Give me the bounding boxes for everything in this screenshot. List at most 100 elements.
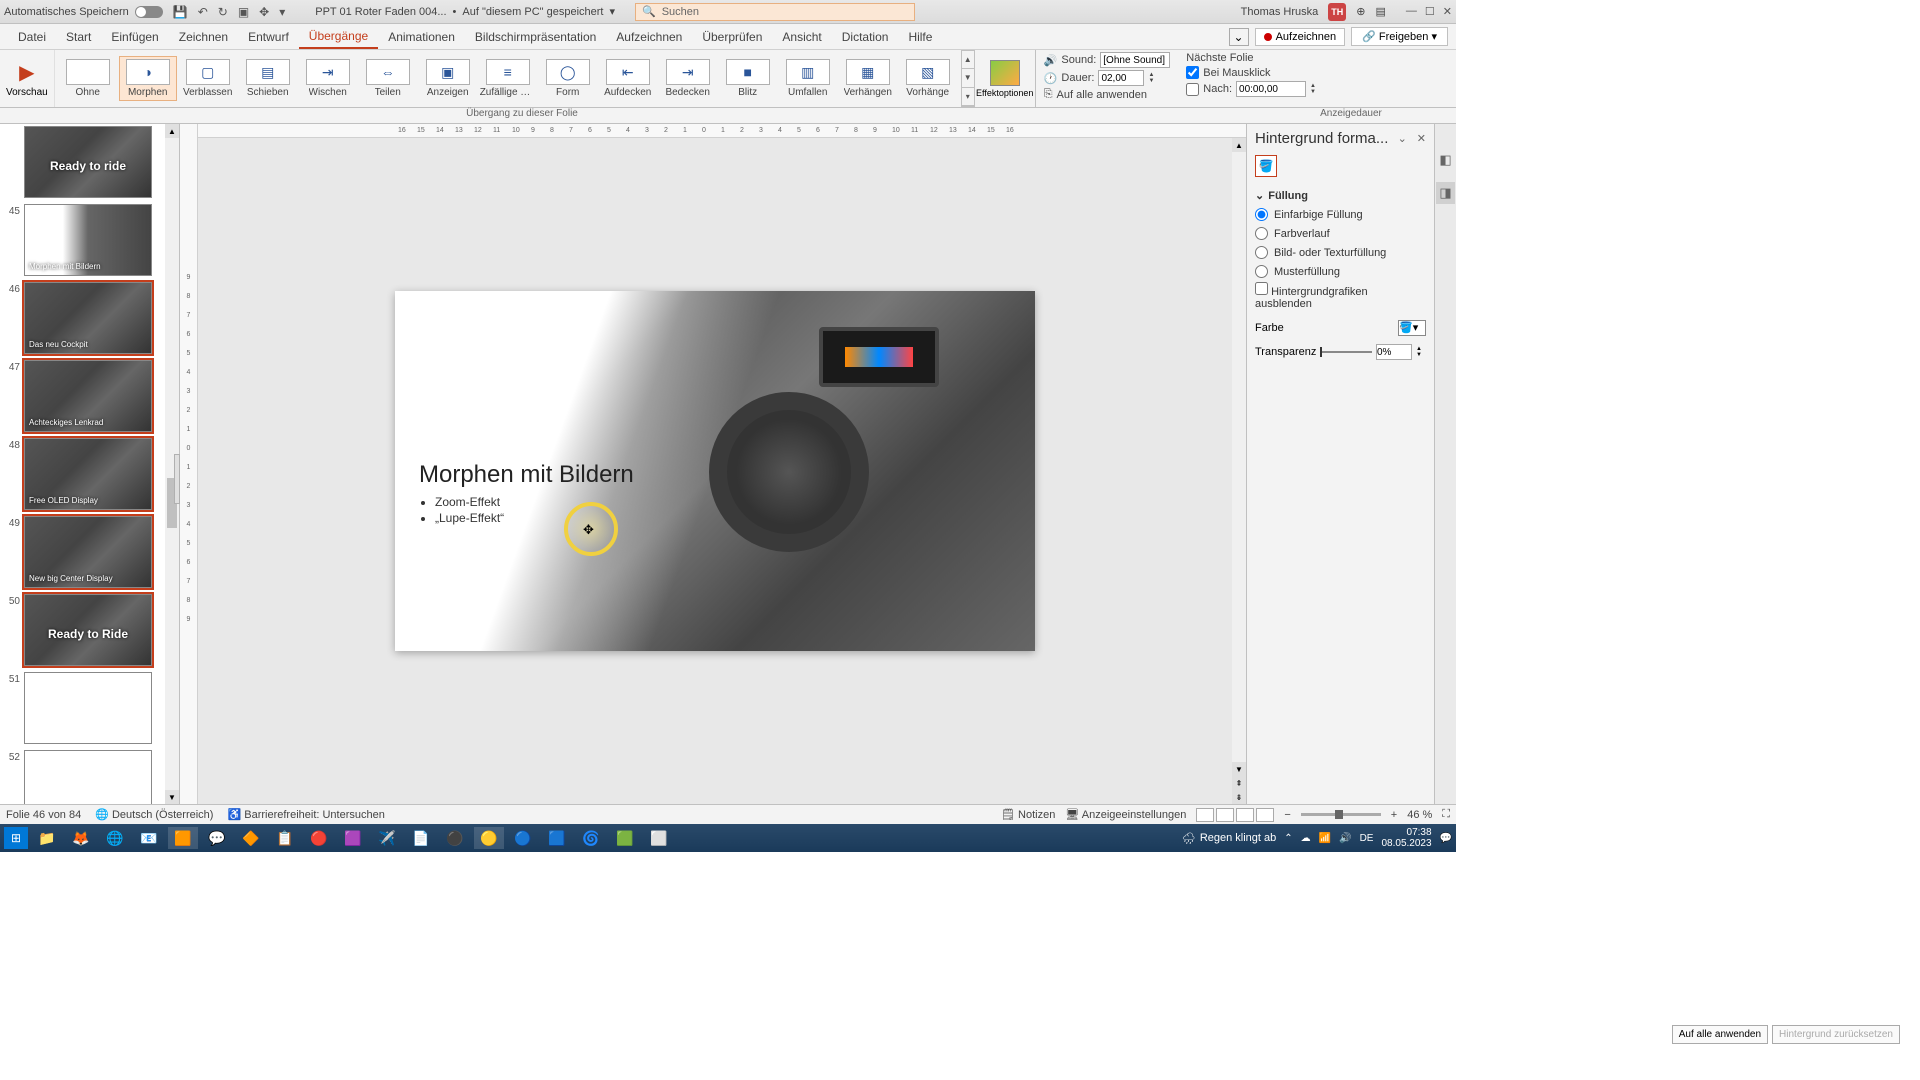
taskbar-edge-icon[interactable]: 🌀: [576, 827, 606, 849]
record-button[interactable]: Aufzeichnen: [1255, 28, 1346, 46]
zoom-in-button[interactable]: +: [1391, 809, 1397, 821]
accessibility-button[interactable]: ♿ Barrierefreiheit: Untersuchen: [227, 808, 384, 821]
ribbon-tab-datei[interactable]: Datei: [8, 26, 56, 48]
autosave-toggle[interactable]: Automatisches Speichern: [4, 6, 163, 18]
transition-blitz[interactable]: ■Blitz: [719, 57, 777, 100]
transition-bedecken[interactable]: ⇥Bedecken: [659, 57, 717, 100]
taskbar-excel-icon[interactable]: 🟩: [610, 827, 640, 849]
transparency-slider[interactable]: [1320, 351, 1372, 353]
slide-counter[interactable]: Folie 46 von 84: [6, 809, 81, 821]
ribbon-tab-bildschirmpräsentation[interactable]: Bildschirmpräsentation: [465, 26, 606, 48]
after-checkbox[interactable]: [1186, 83, 1199, 96]
transition-morphen[interactable]: ◑Morphen: [119, 56, 177, 101]
slideshow-view-icon[interactable]: [1256, 808, 1274, 822]
gallery-down-icon[interactable]: ▼: [962, 69, 974, 87]
taskbar-app3-icon[interactable]: 🔴: [304, 827, 334, 849]
slide-canvas[interactable]: Morphen mit Bildern Zoom-Effekt„Lupe-Eff…: [395, 291, 1035, 651]
taskbar-app6-icon[interactable]: 🔵: [508, 827, 538, 849]
slide-thumbnail[interactable]: 45Morphen mit Bildern: [2, 204, 160, 276]
taskbar-weather[interactable]: 🌧 Regen klingt ab: [1182, 832, 1276, 845]
slide-editor[interactable]: 1615141312111098765432101234567891011121…: [198, 124, 1246, 804]
on-click-checkbox[interactable]: [1186, 66, 1199, 79]
siderail-design-icon[interactable]: ◨: [1436, 182, 1454, 204]
taskbar-app4-icon[interactable]: 📄: [406, 827, 436, 849]
tray-lang-icon[interactable]: DE: [1360, 833, 1374, 844]
transparency-spinner[interactable]: ▲▼: [1416, 346, 1426, 358]
transition-umfallen[interactable]: ▥Umfallen: [779, 57, 837, 100]
display-settings-button[interactable]: 🖥 Anzeigeeinstellungen: [1065, 808, 1186, 821]
after-time-input[interactable]: [1236, 81, 1306, 97]
taskbar-telegram-icon[interactable]: ✈️: [372, 827, 402, 849]
transparency-input[interactable]: [1376, 344, 1412, 360]
transition-verblassen[interactable]: ▢Verblassen: [179, 57, 237, 100]
transition-aufdecken[interactable]: ⇤Aufdecken: [599, 57, 657, 100]
close-button[interactable]: ✕: [1443, 5, 1452, 18]
after-spinner[interactable]: ▲▼: [1310, 83, 1320, 95]
taskbar-onenote-icon[interactable]: 🟪: [338, 827, 368, 849]
pane-apply-all-button[interactable]: Auf alle anwenden: [1672, 1025, 1768, 1044]
fill-option[interactable]: Farbverlauf: [1255, 227, 1426, 240]
transition-anzeigen[interactable]: ▣Anzeigen: [419, 57, 477, 100]
transition-schieben[interactable]: ▤Schieben: [239, 57, 297, 100]
apply-all-button[interactable]: ⎘ Auf alle anwenden: [1044, 88, 1171, 101]
zoom-out-button[interactable]: −: [1284, 809, 1290, 821]
pane-close-icon[interactable]: ✕: [1417, 132, 1426, 145]
taskbar-vlc-icon[interactable]: 🔶: [236, 827, 266, 849]
save-icon[interactable]: 💾: [173, 5, 188, 19]
taskbar-app5-icon[interactable]: 🟡: [474, 827, 504, 849]
tray-chevron-icon[interactable]: ⌃: [1284, 833, 1292, 844]
tray-onedrive-icon[interactable]: ☁: [1301, 833, 1311, 844]
ribbon-tab-einfügen[interactable]: Einfügen: [101, 26, 168, 48]
qat-more-icon[interactable]: ▾: [279, 5, 285, 19]
taskbar-powerpoint-icon[interactable]: 🟧: [168, 827, 198, 849]
coming-soon-icon[interactable]: ⊕: [1356, 5, 1365, 18]
ribbon-tab-zeichnen[interactable]: Zeichnen: [169, 26, 238, 48]
fill-option[interactable]: Einfarbige Füllung: [1255, 208, 1426, 221]
collapse-ribbon-icon[interactable]: ⌄: [1229, 28, 1249, 46]
ribbon-tab-übergänge[interactable]: Übergänge: [299, 25, 378, 49]
view-mode-buttons[interactable]: [1196, 808, 1274, 822]
slide-bullet-list[interactable]: Zoom-Effekt„Lupe-Effekt“: [419, 495, 504, 527]
document-title[interactable]: PPT 01 Roter Faden 004... • Auf "diesem …: [315, 5, 615, 18]
taskbar-outlook-icon[interactable]: 📧: [134, 827, 164, 849]
taskbar-app7-icon[interactable]: ⬜: [644, 827, 674, 849]
siderail-format-icon[interactable]: ◧: [1439, 152, 1451, 168]
sorter-view-icon[interactable]: [1216, 808, 1234, 822]
ribbon-tab-aufzeichnen[interactable]: Aufzeichnen: [606, 26, 692, 48]
tray-volume-icon[interactable]: 🔊: [1339, 833, 1351, 844]
taskbar-firefox-icon[interactable]: 🦊: [66, 827, 96, 849]
taskbar-app2-icon[interactable]: 📋: [270, 827, 300, 849]
redo-icon[interactable]: ↻: [218, 5, 228, 19]
slide-thumbnail[interactable]: 46Das neu Cockpit: [2, 282, 160, 354]
transition-form[interactable]: ◯Form: [539, 57, 597, 100]
taskbar-explorer-icon[interactable]: 📁: [32, 827, 62, 849]
ribbon-tab-animationen[interactable]: Animationen: [378, 26, 465, 48]
reading-view-icon[interactable]: [1236, 808, 1254, 822]
preview-button[interactable]: ▶ Vorschau: [6, 60, 48, 98]
minimize-button[interactable]: —: [1406, 5, 1417, 18]
transition-verhngen[interactable]: ▦Verhängen: [839, 57, 897, 100]
gallery-scroll[interactable]: ▲ ▼ ▾: [961, 50, 975, 107]
taskbar-word-icon[interactable]: 🟦: [542, 827, 572, 849]
present-icon[interactable]: ▣: [238, 5, 249, 19]
taskbar-app-icon[interactable]: 💬: [202, 827, 232, 849]
effect-options-button[interactable]: Effektoptionen: [981, 58, 1029, 100]
gallery-up-icon[interactable]: ▲: [962, 51, 974, 69]
tray-wifi-icon[interactable]: 📶: [1319, 833, 1331, 844]
pane-options-icon[interactable]: ⌄: [1398, 132, 1407, 145]
slide-thumbnail[interactable]: 52: [2, 750, 160, 804]
zoom-level[interactable]: 46 %: [1407, 809, 1432, 821]
slide-title-text[interactable]: Morphen mit Bildern: [419, 461, 634, 489]
duration-input[interactable]: [1098, 70, 1144, 86]
user-avatar[interactable]: TH: [1328, 3, 1346, 21]
slide-thumbnail[interactable]: 47Achteckiges Lenkrad: [2, 360, 160, 432]
taskbar-chrome-icon[interactable]: 🌐: [100, 827, 130, 849]
slide-thumbnail[interactable]: Ready to ride: [2, 126, 160, 198]
slide-thumbnail[interactable]: 51: [2, 672, 160, 744]
transition-wischen[interactable]: ⇥Wischen: [299, 57, 357, 100]
start-button[interactable]: ⊞: [4, 827, 28, 849]
transition-zuflligeba[interactable]: ≡Zufällige Ba...: [479, 57, 537, 100]
user-name-label[interactable]: Thomas Hruska: [1241, 6, 1319, 18]
ribbon-tab-überprüfen[interactable]: Überprüfen: [692, 26, 772, 48]
ribbon-tab-start[interactable]: Start: [56, 26, 101, 48]
